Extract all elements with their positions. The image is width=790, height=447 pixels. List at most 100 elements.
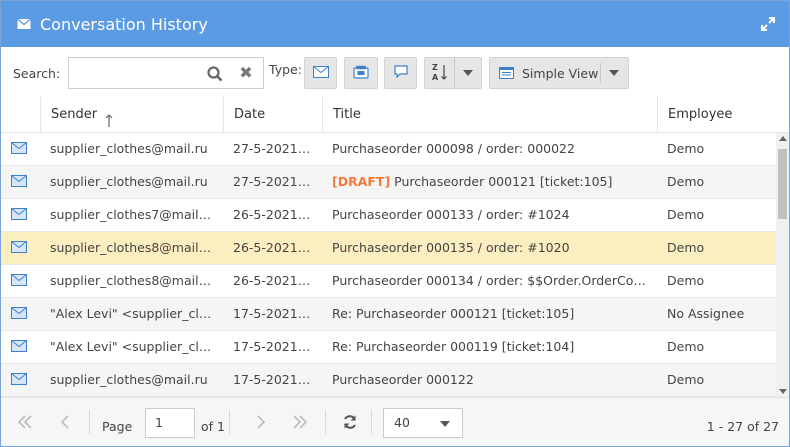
table-row[interactable]: supplier_clothes8@mail.ru 26-5-2021 ... Pu…	[1, 232, 776, 265]
envelope-icon	[11, 241, 27, 253]
view-mode-label: Simple View	[522, 65, 599, 81]
title-cell: Purchaseorder 000098 / order: 000022	[332, 133, 650, 165]
title-cell: Purchaseorder 000134 / order: $$Order.Or…	[332, 265, 650, 297]
view-mode-button[interactable]: Simple View	[489, 57, 629, 89]
envelope-icon	[11, 274, 27, 286]
page-number-input[interactable]	[146, 409, 192, 435]
column-label-sender: Sender	[51, 107, 98, 122]
table-row[interactable]: supplier_clothes7@mail.ru 26-5-2021 ... Pu…	[1, 199, 776, 232]
scrollbar-thumb[interactable]	[778, 149, 787, 219]
next-page-icon[interactable]	[249, 410, 273, 434]
scroll-up-icon[interactable]	[779, 136, 787, 141]
conversation-history-window: Conversation History Search: ✖ Type: Z A…	[0, 0, 790, 447]
envelope-icon	[312, 65, 329, 81]
search-icon[interactable]	[206, 65, 224, 83]
column-label-date: Date	[234, 107, 266, 122]
divider	[229, 410, 230, 434]
title-cell: Purchaseorder 000135 / order: #1020	[332, 232, 650, 264]
table-row[interactable]: "Alex Levi" <supplier_cloth... 17-5-2021 …	[1, 331, 776, 364]
page-count-label: of 1	[201, 419, 225, 434]
vertical-scrollbar[interactable]	[776, 133, 789, 397]
page-label: Page	[102, 419, 133, 434]
sender-cell: supplier_clothes8@mail.ru	[50, 273, 215, 288]
column-header-sender[interactable]: Sender	[40, 97, 223, 132]
column-label-title: Title	[333, 107, 361, 122]
divider	[325, 410, 326, 434]
employee-cell: Demo	[667, 207, 705, 222]
title-text: Re: Purchaseorder 000121 [ticket:105]	[332, 306, 575, 321]
view-dropdown-toggle[interactable]	[600, 58, 628, 88]
date-cell: 27-5-2021 ...	[233, 174, 313, 189]
search-input[interactable]	[73, 62, 201, 84]
envelope-icon	[11, 340, 27, 352]
table-row[interactable]: supplier_clothes@mail.ru 17-5-2021 ... Pur…	[1, 364, 776, 397]
type-email-button[interactable]	[304, 57, 337, 89]
title-cell: [DRAFT] Purchaseorder 000121 [ticket:105…	[332, 166, 650, 198]
envelope-icon	[11, 307, 27, 319]
page-size-select[interactable]: 40	[383, 408, 463, 438]
table-row[interactable]: supplier_clothes8@mail.ru 26-5-2021 ... Pu…	[1, 265, 776, 298]
employee-cell: Demo	[667, 174, 705, 189]
date-cell: 17-5-2021 ...	[233, 306, 313, 321]
sender-cell: supplier_clothes@mail.ru	[50, 174, 208, 189]
column-header-date[interactable]: Date	[223, 97, 322, 132]
first-page-icon[interactable]	[13, 410, 37, 434]
date-cell: 17-5-2021 ...	[233, 372, 313, 387]
employee-cell: Demo	[667, 372, 705, 387]
sender-cell: supplier_clothes@mail.ru	[50, 372, 208, 387]
divider	[89, 410, 90, 434]
title-cell: Purchaseorder 000122	[332, 364, 650, 396]
conversation-list: supplier_clothes@mail.ru 27-5-2021 ... Pur…	[1, 133, 776, 397]
table-row[interactable]: supplier_clothes@mail.ru 27-5-2021 ... Pur…	[1, 133, 776, 166]
title-text: Purchaseorder 000098 / order: 000022	[332, 141, 575, 156]
table-row[interactable]: "Alex Levi" <supplier_cloth... 17-5-2021 …	[1, 298, 776, 331]
sender-cell: supplier_clothes@mail.ru	[50, 141, 208, 156]
refresh-icon[interactable]	[338, 410, 362, 434]
employee-cell: Demo	[667, 240, 705, 255]
svg-text:A: A	[432, 73, 439, 82]
scroll-down-icon[interactable]	[779, 389, 787, 394]
search-box: ✖	[68, 57, 264, 89]
title-cell: Re: Purchaseorder 000119 [ticket:104]	[332, 331, 650, 363]
clear-icon[interactable]: ✖	[238, 64, 254, 82]
phone-icon	[353, 65, 369, 82]
expand-icon[interactable]	[759, 15, 777, 33]
toolbar: Search: ✖ Type: ZA Simple View	[1, 47, 789, 97]
date-cell: 26-5-2021 ...	[233, 240, 313, 255]
sender-cell: "Alex Levi" <supplier_cloth...	[50, 339, 215, 354]
page-size-value: 40	[394, 415, 410, 430]
column-header-title[interactable]: Title	[322, 97, 657, 132]
type-phone-button[interactable]	[344, 57, 378, 89]
draft-badge: [DRAFT]	[332, 174, 391, 189]
envelope-icon	[17, 18, 31, 30]
type-chat-button[interactable]	[384, 57, 417, 89]
title-text: Purchaseorder 000134 / order: $$Order.Or…	[332, 273, 650, 288]
envelope-icon	[11, 175, 27, 187]
chevron-down-icon	[463, 70, 473, 76]
page-number-field[interactable]	[145, 408, 195, 438]
date-cell: 26-5-2021 ...	[233, 207, 313, 222]
title-cell: Purchaseorder 000133 / order: #1024	[332, 199, 650, 231]
employee-cell: Demo	[667, 339, 705, 354]
title-text: Purchaseorder 000121 [ticket:105]	[394, 174, 613, 189]
last-page-icon[interactable]	[288, 410, 312, 434]
sort-dropdown-button[interactable]	[454, 57, 482, 89]
sort-button[interactable]: ZA	[424, 57, 454, 89]
table-row[interactable]: supplier_clothes@mail.ru 27-5-2021 ... [DR…	[1, 166, 776, 199]
envelope-icon	[11, 142, 27, 154]
employee-cell: No Assignee	[667, 306, 745, 321]
chevron-down-icon	[440, 421, 450, 427]
previous-page-icon[interactable]	[53, 410, 77, 434]
column-header-employee[interactable]: Employee	[657, 97, 789, 132]
employee-cell: Demo	[667, 141, 705, 156]
sort-az-icon: ZA	[431, 62, 449, 85]
chevron-down-icon	[609, 70, 619, 76]
grid-header: Sender Date Title Employee	[1, 97, 789, 133]
date-cell: 26-5-2021 ...	[233, 273, 313, 288]
window-title: Conversation History	[40, 14, 208, 34]
sender-cell: supplier_clothes7@mail.ru	[50, 207, 215, 222]
title-text: Re: Purchaseorder 000119 [ticket:104]	[332, 339, 575, 354]
record-count: 1 - 27 of 27	[706, 419, 779, 434]
title-text: Purchaseorder 000122	[332, 372, 474, 387]
date-cell: 17-5-2021 ...	[233, 339, 313, 354]
